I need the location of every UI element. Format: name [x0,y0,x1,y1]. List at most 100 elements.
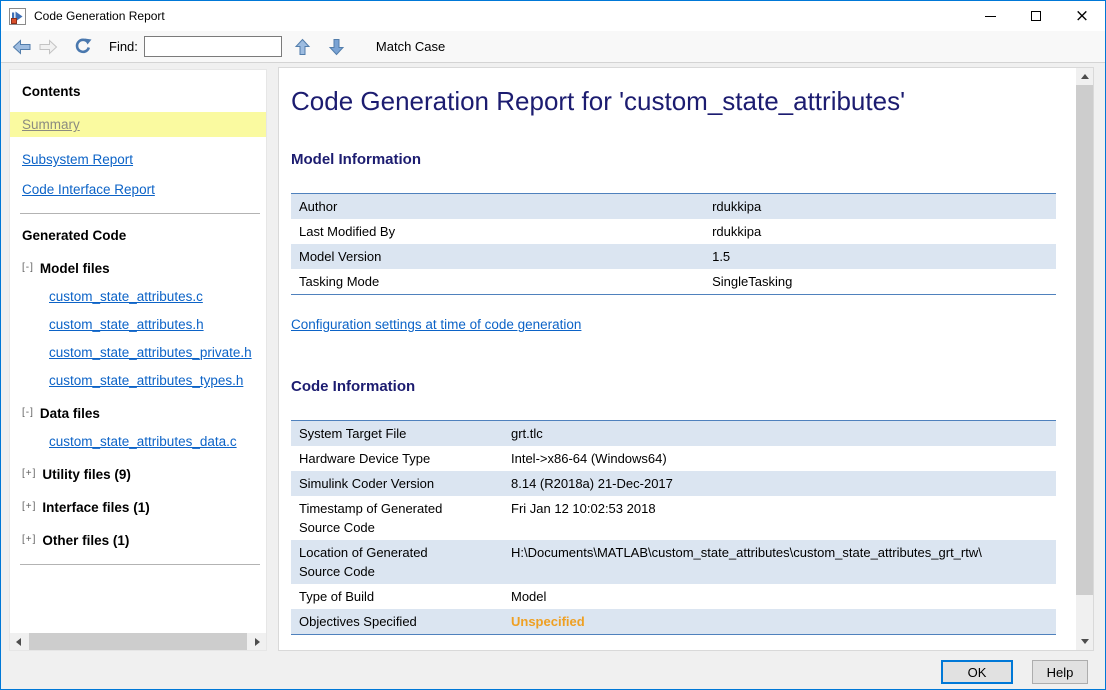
sidebar-link-summary[interactable]: Summary [10,112,266,137]
help-button[interactable]: Help [1032,660,1088,684]
row-label: Location of Generated Source Code [291,540,503,584]
table-row: Objectives SpecifiedUnspecified [291,609,1056,635]
row-label: Type of Build [291,584,503,609]
row-value: SingleTasking [704,269,1056,295]
expand-toggle-icon[interactable]: [+] [22,534,36,545]
scroll-down-button[interactable] [1076,633,1093,650]
code-generation-report-icon [9,8,26,25]
scroll-right-button[interactable] [249,633,266,650]
table-row: Authorrdukkipa [291,194,1056,220]
close-icon: × [1075,8,1089,25]
scroll-left-button[interactable] [10,633,27,650]
window-title: Code Generation Report [34,9,165,23]
model-information-heading: Model Information [291,151,1066,168]
tree-group-data-files: [-] Data files [22,406,254,421]
table-row: System Target Filegrt.tlc [291,421,1056,447]
row-label: Tasking Mode [291,269,704,295]
footer-bar: OK Help [1,655,1105,689]
generated-code-tree: [-] Model files custom_state_attributes.cc… [22,261,254,548]
minimize-icon [985,16,996,17]
table-row: Model Version1.5 [291,244,1056,269]
row-label: Last Modified By [291,219,704,244]
code-information-body: System Target Filegrt.tlcHardware Device… [291,421,1056,635]
contents-heading: Contents [22,84,254,99]
tree-group-label: Data files [40,406,100,421]
tree-group-interface-files-1: [+] Interface files (1) [22,500,254,515]
code-information-table: System Target Filegrt.tlcHardware Device… [291,420,1056,635]
tree-group-label: Utility files (9) [42,467,131,482]
file-link-custom-state-attributes-data-c[interactable]: custom_state_attributes_data.c [49,434,237,449]
collapse-toggle-icon[interactable]: [-] [22,407,34,418]
table-row: Hardware Device TypeIntel->x86-64 (Windo… [291,446,1056,471]
scroll-left-icon [16,638,21,646]
configuration-settings-link[interactable]: Configuration settings at time of code g… [291,317,581,332]
close-button[interactable]: × [1059,1,1105,31]
report-panel: Code Generation Report for 'custom_state… [278,67,1094,651]
find-previous-icon [294,38,311,56]
expand-toggle-icon[interactable]: [+] [22,468,36,479]
expand-toggle-icon[interactable]: [+] [22,501,36,512]
refresh-icon [73,38,92,55]
titlebar: Code Generation Report × [1,1,1105,31]
row-value: grt.tlc [503,421,1056,447]
tree-group-utility-files-9: [+] Utility files (9) [22,467,254,482]
content-region: Contents Summary Subsystem Report Code Int… [1,63,1105,655]
tree-group-label: Interface files (1) [42,500,149,515]
vertical-scroll-track[interactable] [1076,85,1093,633]
row-label: Objectives Specified [291,609,503,635]
back-arrow-icon [12,39,32,55]
ok-button[interactable]: OK [941,660,1013,684]
file-link-custom-state-attributes-h[interactable]: custom_state_attributes.h [49,317,204,332]
match-case-toggle[interactable]: Match Case [376,39,445,54]
minimize-button[interactable] [967,1,1013,31]
find-next-icon [328,38,345,56]
scroll-right-icon [255,638,260,646]
window-controls: × [967,1,1105,31]
row-value: H:\Documents\MATLAB\custom_state_attribu… [503,540,1056,584]
report-content: Code Generation Report for 'custom_state… [279,68,1076,650]
main-vertical-scrollbar[interactable] [1076,68,1093,650]
table-row: Tasking ModeSingleTasking [291,269,1056,295]
horizontal-scroll-thumb[interactable] [29,633,247,650]
table-row: Simulink Coder Version8.14 (R2018a) 21-D… [291,471,1056,496]
table-row: Timestamp of Generated Source CodeFri Ja… [291,496,1056,540]
find-input[interactable] [144,36,282,57]
model-information-body: AuthorrdukkipaLast Modified ByrdukkipaMo… [291,194,1056,295]
maximize-icon [1031,11,1041,21]
model-information-table: AuthorrdukkipaLast Modified ByrdukkipaMo… [291,193,1056,295]
find-previous-button[interactable] [290,34,316,60]
vertical-scroll-thumb[interactable] [1076,85,1093,595]
scroll-down-icon [1081,639,1089,644]
generated-code-heading: Generated Code [22,228,254,243]
forward-button[interactable] [35,34,61,60]
back-button[interactable] [9,34,35,60]
row-label: Hardware Device Type [291,446,503,471]
row-label: Timestamp of Generated Source Code [291,496,503,540]
forward-arrow-icon [38,39,58,55]
sidebar-link-subsystem-report[interactable]: Subsystem Report [22,152,133,167]
scroll-up-icon [1081,74,1089,79]
collapse-toggle-icon[interactable]: [-] [22,262,34,273]
file-link-custom-state-attributes-types-h[interactable]: custom_state_attributes_types.h [49,373,243,388]
tree-group-label: Model files [40,261,110,276]
row-label: System Target File [291,421,503,447]
horizontal-scroll-track[interactable] [27,633,249,650]
row-value: rdukkipa [704,194,1056,220]
maximize-button[interactable] [1013,1,1059,31]
sidebar-link-code-interface-report[interactable]: Code Interface Report [22,182,155,197]
file-link-custom-state-attributes-private-h[interactable]: custom_state_attributes_private.h [49,345,252,360]
toolbar: Find: Match Case [1,31,1105,63]
refresh-button[interactable] [69,34,95,60]
scroll-up-button[interactable] [1076,68,1093,85]
find-next-button[interactable] [324,34,350,60]
code-generation-report-window: Code Generation Report × Find: [0,0,1106,690]
row-label: Author [291,194,704,220]
tree-group-other-files-1: [+]Other files (1) [22,533,254,548]
row-value: Model [503,584,1056,609]
row-value: rdukkipa [704,219,1056,244]
row-value: Unspecified [503,609,1056,635]
sidebar-horizontal-scrollbar[interactable] [10,633,266,650]
file-link-custom-state-attributes-c[interactable]: custom_state_attributes.c [49,289,203,304]
sidebar-scroll-area: Contents Summary Subsystem Report Code Int… [10,70,266,633]
row-value: 8.14 (R2018a) 21-Dec-2017 [503,471,1056,496]
